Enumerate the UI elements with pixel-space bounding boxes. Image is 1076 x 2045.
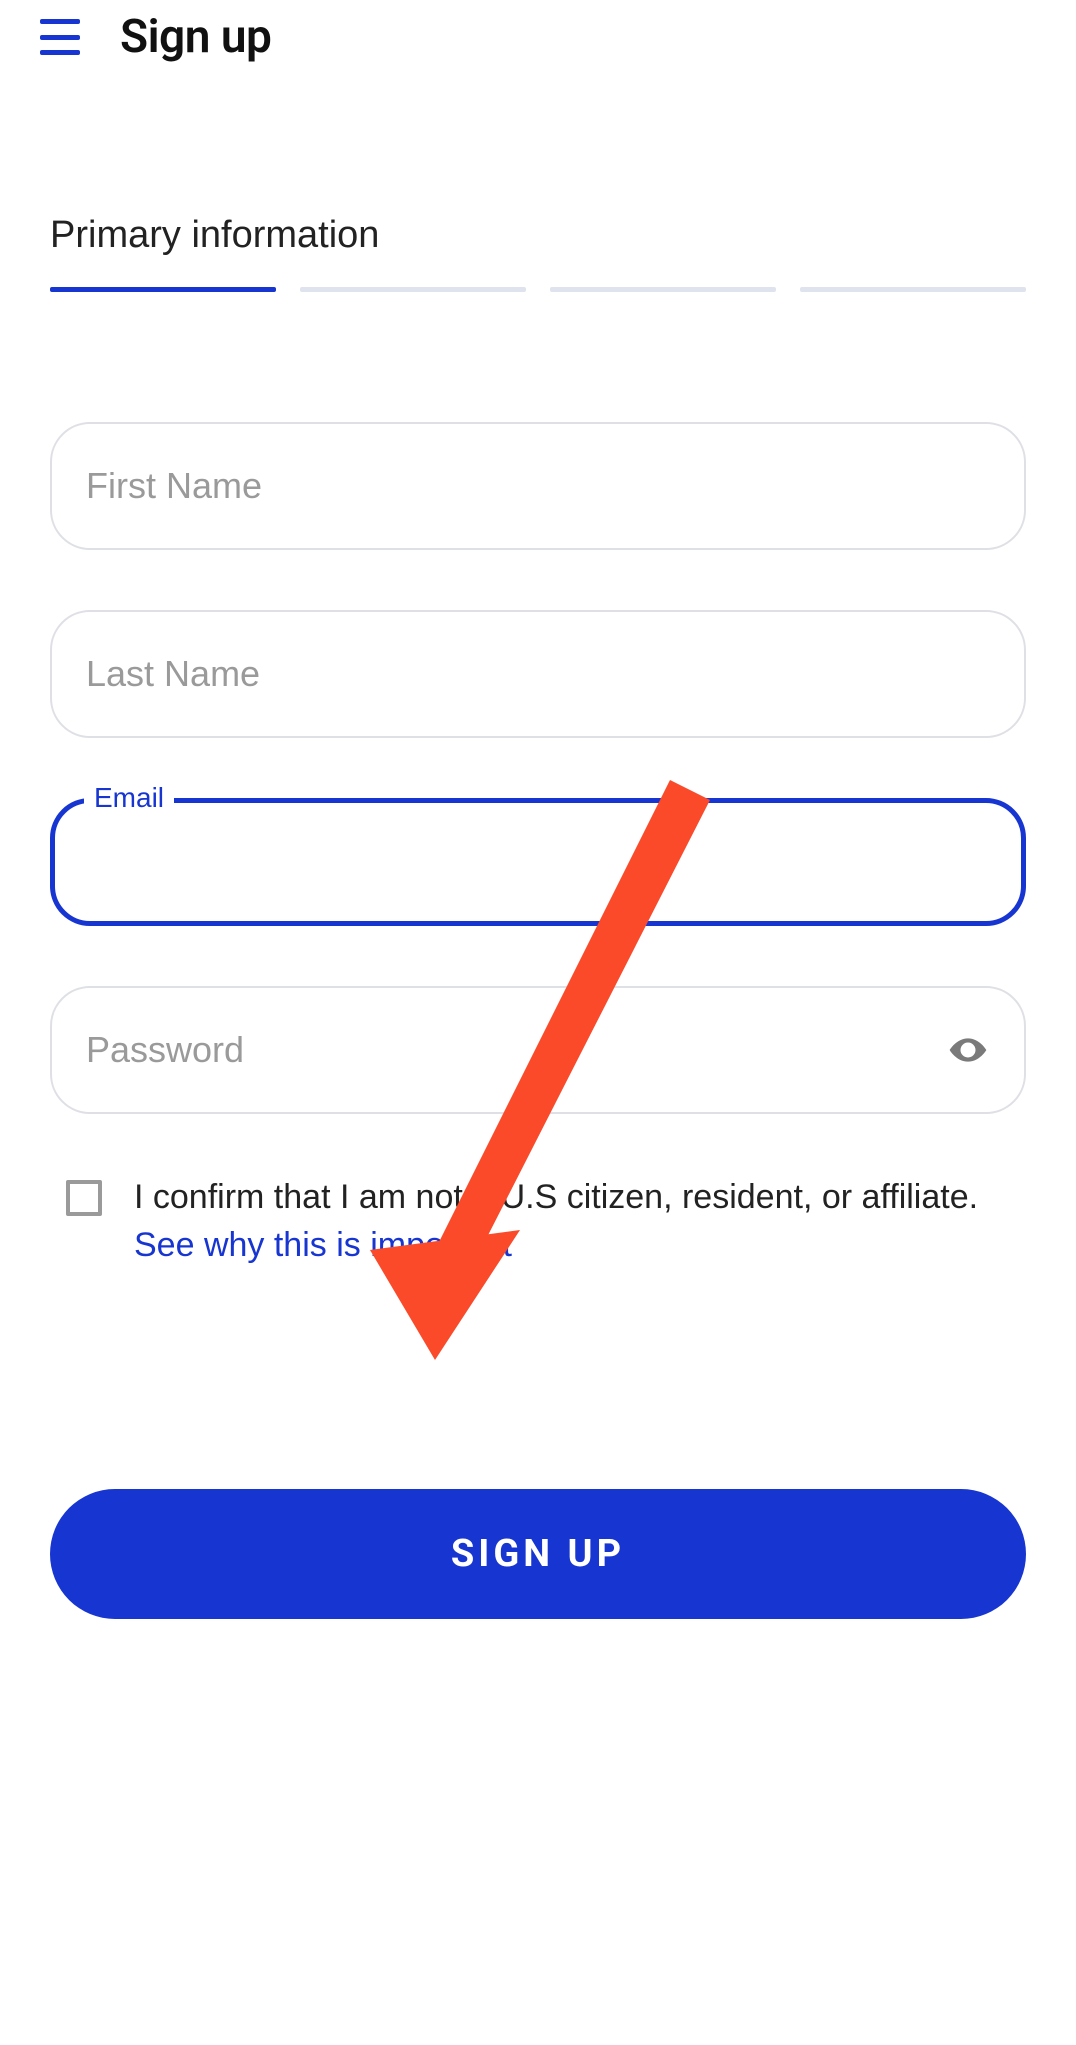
eye-icon[interactable]: [948, 1030, 988, 1070]
email-label: Email: [84, 782, 174, 814]
progress-indicator: [50, 287, 1026, 292]
us-citizen-checkbox[interactable]: [66, 1180, 102, 1216]
us-citizen-text: I confirm that I am not a U.S citizen, r…: [134, 1174, 1010, 1269]
progress-step-2: [300, 287, 526, 292]
last-name-field[interactable]: [50, 610, 1026, 738]
why-important-link[interactable]: See why this is important: [134, 1226, 512, 1264]
page-title: Sign up: [120, 10, 271, 64]
section-title: Primary information: [50, 214, 1026, 257]
progress-step-3: [550, 287, 776, 292]
password-field[interactable]: [50, 986, 1026, 1114]
email-field[interactable]: [50, 798, 1026, 926]
menu-icon[interactable]: [40, 19, 80, 55]
signup-button[interactable]: SIGN UP: [50, 1489, 1026, 1619]
progress-step-1: [50, 287, 276, 292]
first-name-field[interactable]: [50, 422, 1026, 550]
confirmation-text: I confirm that I am not a U.S citizen, r…: [134, 1178, 978, 1216]
progress-step-4: [800, 287, 1026, 292]
